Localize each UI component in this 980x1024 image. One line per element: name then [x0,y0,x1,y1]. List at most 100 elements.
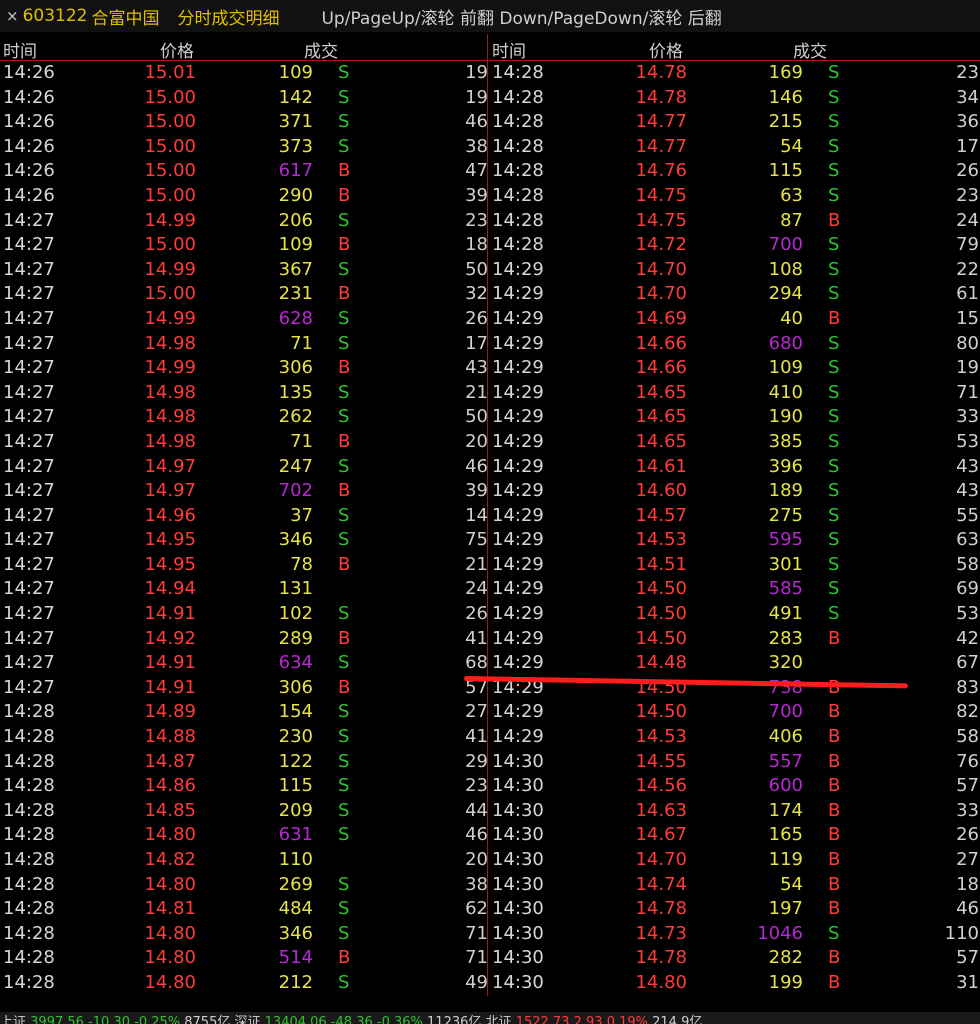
trade-row: 14:27 14.94 131 24 [0,577,488,602]
close-icon[interactable]: × [6,7,19,25]
trade-direction: S [828,86,840,108]
trade-price: 14.66 [635,332,687,354]
right-trade-panel[interactable]: 时间 价格 成交 14:28 14.78 169 S 23 14:28 14.78 146 S 3… [489,34,980,996]
trade-price: 14.72 [635,234,687,256]
trade-direction: B [828,775,841,797]
trade-count: 41 [465,627,488,649]
trade-price: 14.60 [635,480,687,502]
trade-count: 26 [465,603,488,625]
trade-price: 14.70 [635,849,687,870]
trade-direction: S [828,283,840,305]
trade-volume: 63 [780,184,803,206]
trade-volume: 54 [780,873,803,895]
trade-volume: 680 [768,332,803,354]
trade-count: 41 [465,726,488,748]
trade-count: 24 [465,578,488,600]
trade-count: 14 [465,504,488,526]
trade-volume: 557 [768,750,803,772]
trade-row: 14:29 14.69 40 B 15 [489,307,980,332]
trade-direction: S [828,332,840,354]
trade-price: 15.00 [144,234,196,256]
trade-direction: B [828,307,841,329]
trade-row: 14:30 14.63 174 B 33 [489,799,980,824]
trade-count: 46 [465,824,488,846]
trade-volume: 142 [278,86,313,108]
trade-volume: 628 [278,307,313,329]
trade-count: 29 [465,750,488,772]
trade-volume: 109 [278,234,313,256]
trade-direction: S [338,209,350,231]
trade-volume: 320 [768,652,803,674]
trade-price: 14.86 [144,775,196,797]
trade-time: 14:29 [492,480,544,502]
trade-time: 14:29 [492,406,544,428]
trade-time: 14:28 [3,750,55,772]
trade-direction: B [338,553,351,575]
trade-time: 14:27 [3,381,55,403]
trade-row: 14:27 14.99 628 S 26 [0,307,488,332]
trade-direction: S [338,922,350,944]
trade-price: 15.01 [144,62,196,83]
trade-price: 14.80 [635,971,687,993]
trade-volume: 346 [278,922,313,944]
trade-price: 14.65 [635,406,687,428]
trade-volume: 585 [768,578,803,600]
trade-time: 14:29 [492,652,544,674]
trade-row: 14:27 14.99 367 S 50 [0,258,488,283]
trade-price: 14.80 [144,947,196,969]
navigation-hint: Up/PageUp/滚轮 前翻 Down/PageDown/滚轮 后翻 [321,8,722,29]
trade-count: 46 [956,898,979,920]
trade-volume: 600 [768,775,803,797]
left-trade-panel[interactable]: 时间 价格 成交 14:26 15.01 109 S 19 14:26 15.00 142 S 1… [0,34,488,996]
trade-time: 14:29 [492,726,544,748]
trade-row: 14:27 14.96 37 S 14 [0,504,488,529]
trade-row: 14:29 14.53 595 S 63 [489,528,980,553]
trade-direction: S [338,873,350,895]
trade-direction: S [828,111,840,133]
trade-price: 14.91 [144,652,196,674]
trade-price: 14.87 [144,750,196,772]
trade-time: 14:30 [492,971,544,993]
trade-direction: S [338,701,350,723]
trade-time: 14:27 [3,627,55,649]
trade-volume: 71 [290,332,313,354]
trade-row: 14:27 14.91 306 B 57 [0,676,488,701]
trade-direction: B [828,898,841,920]
trade-price: 14.95 [144,529,196,551]
trade-price: 14.55 [635,750,687,772]
trade-time: 14:26 [3,160,55,182]
trade-time: 14:29 [492,504,544,526]
trade-price: 14.80 [144,971,196,993]
trade-time: 14:28 [3,799,55,821]
trade-row: 14:29 14.65 410 S 71 [489,381,980,406]
trade-volume: 87 [780,209,803,231]
trade-volume: 396 [768,455,803,477]
trade-volume: 262 [278,406,313,428]
trade-count: 58 [956,726,979,748]
trade-count: 19 [465,62,488,83]
trade-volume: 269 [278,873,313,895]
trade-row: 14:28 14.80 212 S 49 [0,971,488,996]
trade-price: 14.56 [635,775,687,797]
trade-row: 14:26 15.00 617 B 47 [0,159,488,184]
header-time: 时间 [492,42,526,62]
trade-count: 31 [956,971,979,993]
trade-volume: 109 [768,357,803,379]
trade-count: 18 [956,873,979,895]
trade-time: 14:27 [3,455,55,477]
trade-volume: 290 [278,184,313,206]
trade-count: 69 [956,578,979,600]
trade-volume: 595 [768,529,803,551]
trade-row: 14:29 14.65 385 S 53 [489,430,980,455]
trade-time: 14:29 [492,258,544,280]
trade-time: 14:29 [492,283,544,305]
column-divider [487,34,488,996]
trade-row: 14:27 14.95 78 B 21 [0,553,488,578]
trade-price: 14.66 [635,357,687,379]
trade-price: 14.70 [635,258,687,280]
trade-volume: 209 [278,799,313,821]
trade-direction: S [338,726,350,748]
trade-direction: S [338,750,350,772]
trade-volume: 206 [278,209,313,231]
trade-direction: B [828,750,841,772]
